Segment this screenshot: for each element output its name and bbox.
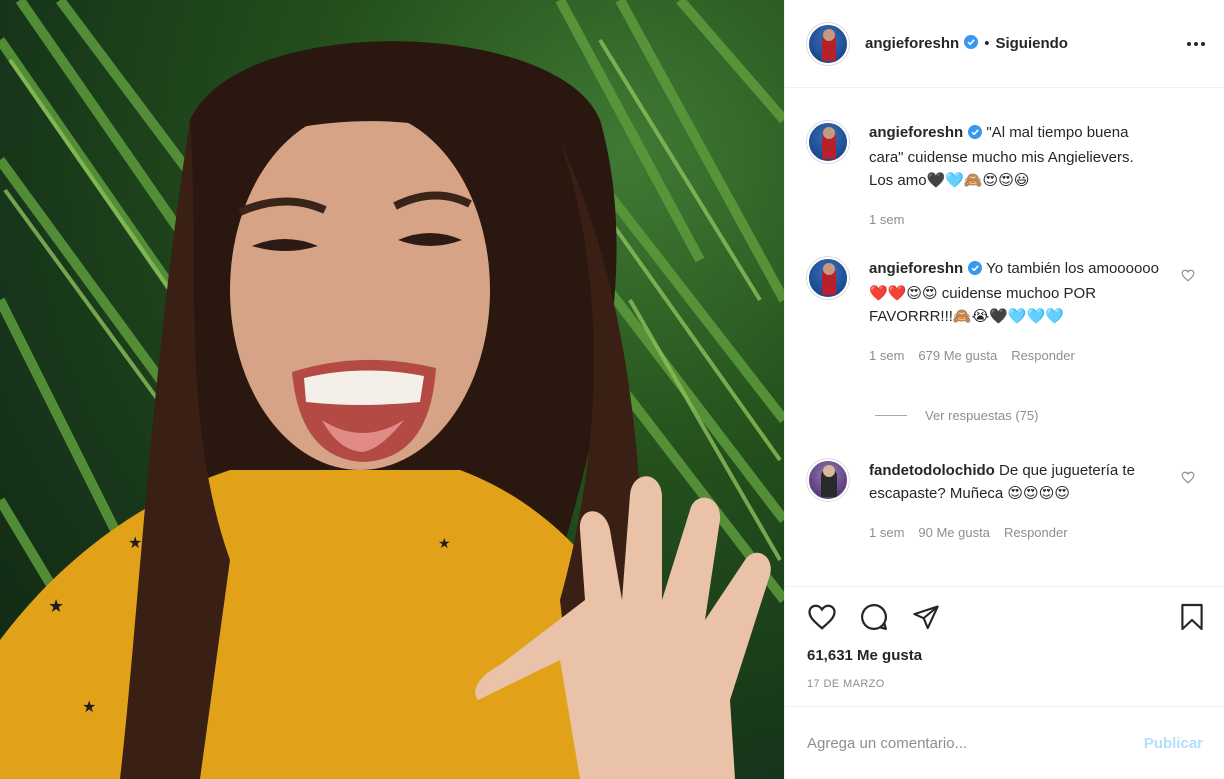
post-header: angieforeshn • Siguiendo	[785, 0, 1224, 88]
likes-count[interactable]: 61,631 Me gusta	[785, 647, 1224, 664]
comment-username[interactable]: angieforeshn	[869, 260, 963, 277]
header-separator: •	[984, 35, 990, 52]
caption-time[interactable]: 1 sem	[869, 208, 904, 231]
post-side-panel: angieforeshn • Siguiendo angieforeshn "A…	[784, 0, 1224, 779]
comment-time[interactable]: 1 sem	[869, 344, 904, 367]
post-photo[interactable]: ★ ★ ★ ★ ★	[0, 0, 784, 779]
svg-text:★: ★	[128, 533, 142, 552]
comment-item: angieforeshn Yo también los amoooooo❤️❤️…	[807, 257, 1207, 367]
bookmark-icon[interactable]	[1175, 600, 1209, 634]
comment-item: fandetodolochido De que juguetería te es…	[807, 459, 1207, 544]
comment-actions: 1 sem 90 Me gusta Responder	[869, 521, 1159, 544]
post-date: 17 DE MARZO	[807, 678, 885, 690]
caption-avatar[interactable]	[807, 121, 849, 163]
caption-actions: 1 sem	[869, 208, 1159, 231]
comment-body: fandetodolochido De que juguetería te es…	[869, 459, 1159, 544]
comment-input[interactable]	[807, 735, 1144, 752]
publish-button[interactable]: Publicar	[1144, 735, 1203, 752]
comment-actions: 1 sem 679 Me gusta Responder	[869, 344, 1159, 367]
comment-likes[interactable]: 90 Me gusta	[918, 521, 990, 544]
verified-badge-icon	[968, 123, 983, 146]
verified-badge-icon	[968, 259, 983, 282]
verified-badge-icon	[964, 34, 979, 53]
reply-button[interactable]: Responder	[1004, 521, 1068, 544]
caption-comment: angieforeshn "Al mal tiempo buena cara" …	[807, 121, 1207, 231]
comment-time[interactable]: 1 sem	[869, 521, 904, 544]
view-replies-button[interactable]: Ver respuestas (75)	[875, 408, 1038, 423]
comment-likes[interactable]: 679 Me gusta	[918, 344, 997, 367]
heart-icon[interactable]	[805, 600, 839, 634]
caption-body: angieforeshn "Al mal tiempo buena cara" …	[869, 121, 1159, 231]
reply-button[interactable]: Responder	[1011, 344, 1075, 367]
comment-username[interactable]: fandetodolochido	[869, 462, 995, 479]
comment-like-icon[interactable]	[1181, 471, 1195, 489]
photo-illustration: ★ ★ ★ ★ ★	[0, 0, 784, 779]
more-options-icon[interactable]	[1184, 32, 1208, 56]
post-actions-section: 61,631 Me gusta 17 DE MARZO Publicar	[785, 586, 1224, 752]
comment-icon[interactable]	[857, 600, 891, 634]
comment-body: angieforeshn Yo también los amoooooo❤️❤️…	[869, 257, 1159, 367]
view-replies-label: Ver respuestas (75)	[925, 408, 1039, 423]
caption-username[interactable]: angieforeshn	[869, 124, 963, 141]
author-avatar[interactable]	[807, 22, 849, 65]
action-icons-bar	[785, 587, 1224, 647]
svg-text:★: ★	[82, 697, 96, 716]
replies-divider	[875, 415, 907, 416]
header-meta: angieforeshn • Siguiendo	[865, 34, 1068, 53]
comment-like-icon[interactable]	[1181, 269, 1195, 287]
instagram-post: ★ ★ ★ ★ ★	[0, 0, 1224, 779]
send-icon[interactable]	[909, 600, 943, 634]
author-username[interactable]: angieforeshn	[865, 35, 959, 52]
following-button[interactable]: Siguiendo	[995, 35, 1068, 52]
comment-avatar[interactable]	[807, 459, 849, 501]
svg-text:★: ★	[48, 596, 64, 617]
comment-avatar[interactable]	[807, 257, 849, 299]
add-comment-bar: Publicar	[785, 706, 1224, 779]
comments-list[interactable]: angieforeshn "Al mal tiempo buena cara" …	[785, 89, 1224, 585]
svg-text:★: ★	[438, 536, 451, 552]
